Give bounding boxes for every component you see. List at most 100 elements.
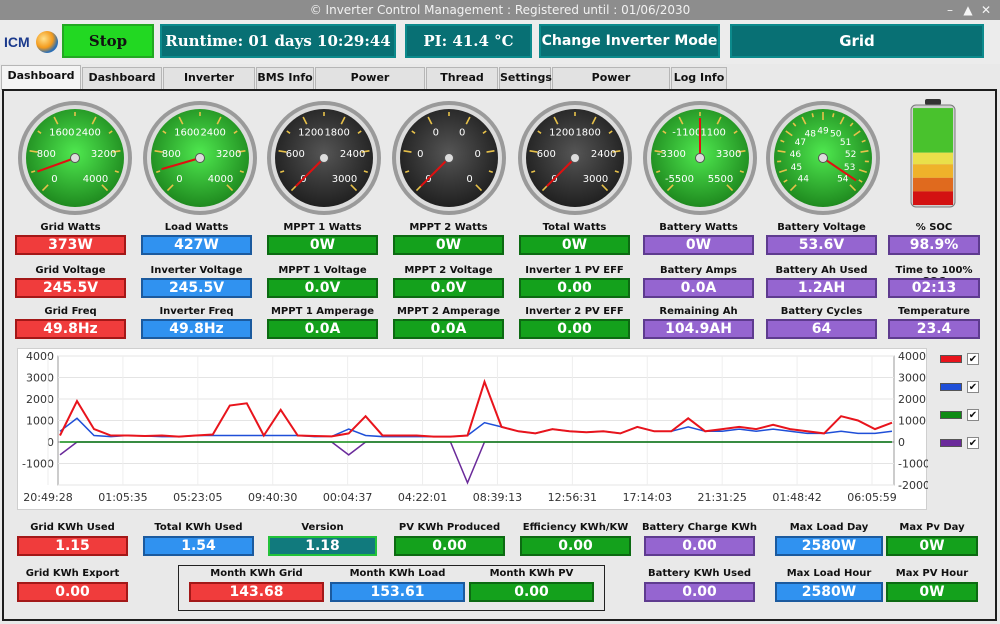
chart-y-tick-right: 2000 [898, 393, 926, 406]
chart-x-tick: 17:14:03 [623, 491, 672, 504]
mppt-2-voltage-label: MPPT 2 Voltage [404, 265, 493, 276]
gauge-tick-label: 4000 [208, 174, 233, 185]
mppt-1-watts-label: MPPT 1 Watts [283, 222, 362, 233]
chart-x-tick: 20:49:28 [23, 491, 72, 504]
inverter-freq-value: 49.8Hz [141, 319, 252, 339]
gauge-hub [319, 153, 329, 163]
legend-swatch [940, 411, 962, 419]
gauge-tick-label: 48 [805, 130, 817, 140]
gauge-tick-label: 1800 [575, 128, 600, 139]
legend-checkbox[interactable]: ✔ [967, 381, 979, 393]
window-titlebar: © Inverter Control Management : Register… [0, 0, 1000, 20]
max-load-hour-value: 2580W [775, 582, 883, 602]
mppt-2-amperage-value: 0.0A [393, 319, 504, 339]
total-kwh-used-label: Total KWh Used [154, 522, 243, 533]
gauge-tick-label: 600 [537, 149, 556, 160]
tab-settings[interactable]: Settings [499, 67, 552, 89]
battery-amps-label: Battery Amps [660, 265, 737, 276]
gauge-tick-label: 2400 [591, 149, 616, 160]
maximize-icon[interactable]: ▲ [960, 2, 976, 18]
tab-power-production[interactable]: Power Production [315, 67, 425, 104]
gauge-hub [695, 153, 705, 163]
legend-swatch [940, 439, 962, 447]
mppt-2-watts-label: MPPT 2 Watts [409, 222, 488, 233]
tab-power-management[interactable]: Power Management [552, 67, 670, 104]
battery-charge-kwh-label: Battery Charge KWh [641, 522, 758, 533]
battery-level-band [913, 177, 953, 192]
legend-item-0[interactable]: ✔ [940, 353, 980, 365]
version-value: 1.18 [268, 536, 377, 556]
battery-kwh-used-label: Battery KWh Used [647, 568, 752, 579]
mppt-1-voltage-label: MPPT 1 Voltage [278, 265, 367, 276]
gauge-tick [811, 113, 814, 118]
chart-x-tick: 00:04:37 [323, 491, 372, 504]
load-watts-gauge: 08001600 240032004000 [143, 101, 257, 215]
battery-amps-value: 0.0A [643, 278, 754, 298]
battery-cycles-label: Battery Cycles [780, 306, 863, 317]
gauge-tick-label: 46 [790, 150, 802, 160]
grid-kwh-used-value: 1.15 [17, 536, 128, 556]
grid-kwh-used-label: Grid KWh Used [30, 522, 115, 533]
chart-y-tick-right: -1000 [898, 458, 928, 471]
max-load-day-label: Max Load Day [789, 522, 869, 533]
total-watts-value: 0W [519, 235, 630, 255]
stop-button[interactable]: Stop [62, 24, 154, 58]
mppt-1-amperage-value: 0.0A [267, 319, 378, 339]
battery-soc-icon [910, 99, 956, 208]
tab-inverter-values[interactable]: Inverter Values [163, 67, 255, 104]
legend-checkbox[interactable]: ✔ [967, 437, 979, 449]
tab-bms-info[interactable]: BMS Info [256, 67, 314, 89]
max-load-day-value: 2580W [775, 536, 883, 556]
inverter-voltage-label: Inverter Voltage [150, 265, 243, 276]
max-pv-day-label: Max Pv Day [899, 522, 965, 533]
chart-x-tick: 09:40:30 [248, 491, 297, 504]
legend-item-1[interactable]: ✔ [940, 381, 980, 393]
battery-level-band [913, 164, 953, 178]
month-kwh-load-value: 153.61 [330, 582, 465, 602]
gauge-tick-label: 0 [417, 149, 423, 160]
month-kwh-pv-value: 0.00 [469, 582, 594, 602]
logo-text: ICM [4, 34, 30, 50]
tab-thread-info[interactable]: Thread Info [426, 67, 498, 104]
chart-x-tick: 06:05:59 [847, 491, 896, 504]
toolbar: ICM Stop Runtime: 01 days 10:29:44 PI: 4… [0, 20, 1000, 64]
mppt1-watts-gauge: 06001200180024003000 [267, 101, 381, 215]
window-title: © Inverter Control Management : Register… [309, 3, 691, 17]
battery-terminal [925, 99, 941, 105]
gauge-tick-label: -1100 [672, 128, 701, 139]
gauge-tick-label: 1800 [324, 128, 349, 139]
inverter-freq-label: Inverter Freq [159, 306, 234, 317]
tab-dashboard-2[interactable]: Dashboard 2 [82, 67, 162, 104]
legend-checkbox[interactable]: ✔ [967, 353, 979, 365]
legend-item-2[interactable]: ✔ [940, 409, 980, 421]
gauge-tick-label: -5500 [665, 174, 694, 185]
tab-dashboard-1[interactable]: Dashboard 1 [1, 65, 81, 102]
battery-ah-used-label: Battery Ah Used [775, 265, 868, 276]
gauge-tick-label: 44 [797, 174, 809, 184]
legend-item-3[interactable]: ✔ [940, 437, 980, 449]
gauge-hub [818, 153, 828, 163]
chart-plot: 40003000200010000-100040003000200010000-… [22, 350, 930, 504]
chart-x-tick: 01:48:42 [772, 491, 821, 504]
battery-charge-kwh-value: 0.00 [644, 536, 755, 556]
tab-log-info[interactable]: Log Info [671, 67, 727, 89]
mppt-1-watts-value: 0W [267, 235, 378, 255]
icm-logo: ICM [4, 26, 58, 60]
mppt-2-amperage-label: MPPT 2 Amperage [396, 306, 501, 317]
close-icon[interactable]: ✕ [978, 2, 994, 18]
grid-voltage-value: 245.5V [15, 278, 126, 298]
minimize-icon[interactable]: – [942, 2, 958, 18]
chart-x-tick: 04:22:01 [398, 491, 447, 504]
chart-y-tick-right: -2000 [898, 479, 928, 492]
gauge-tick-label: 2400 [340, 149, 365, 160]
grid-kwh-export-label: Grid KWh Export [25, 568, 120, 579]
efficiency-kwh-kw-value: 0.00 [520, 536, 631, 556]
change-inverter-mode-button[interactable]: Change Inverter Mode [539, 24, 720, 58]
gauge-tick-label: 0 [466, 174, 472, 185]
battery-watts-gauge: -5500 -3300 -1100 1100 3300 5500 [643, 101, 757, 215]
battery-voltage-gauge: 4445464748 49 5051525354 [766, 101, 880, 215]
max-load-hour-label: Max Load Hour [786, 568, 872, 579]
legend-checkbox[interactable]: ✔ [967, 409, 979, 421]
gauge-tick [832, 113, 835, 118]
gauge-tick-label: 1600 [174, 128, 199, 139]
